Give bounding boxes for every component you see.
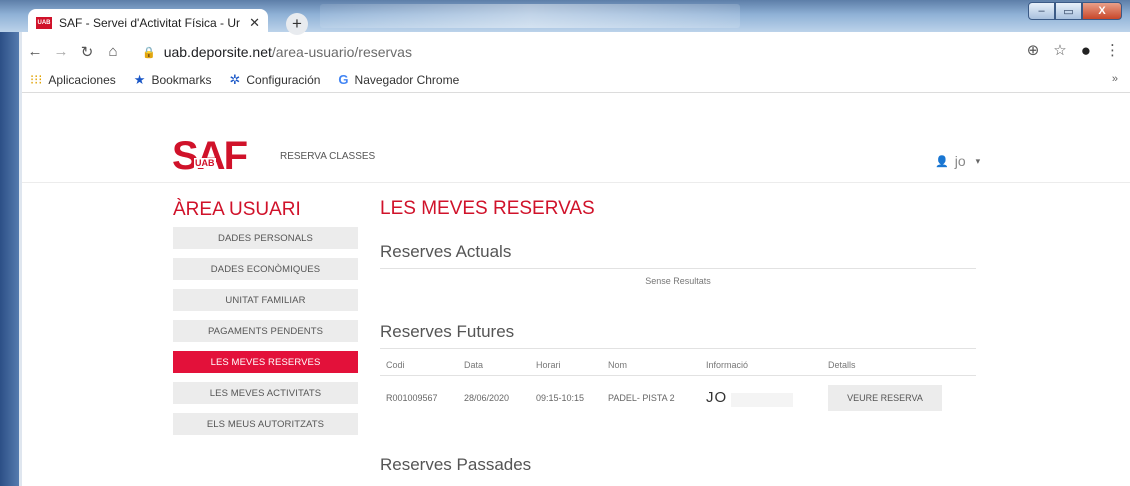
cell-horari: 09:15-10:15 (536, 393, 585, 404)
table-row: R001009567 28/06/2020 09:15-10:15 PADEL-… (380, 375, 976, 421)
cell-nom: PADEL- PISTA 2 (608, 393, 675, 404)
gear-icon: ✲ (229, 71, 241, 87)
section-reserves-futures: Reserves Futures (380, 322, 976, 349)
maximize-button[interactable]: ▭ (1055, 2, 1082, 20)
saf-favicon-icon: UAB (36, 16, 52, 29)
redacted-block (731, 393, 794, 408)
menu-kebab-icon[interactable]: ⋮ (1105, 41, 1120, 61)
column-header: Nom (602, 355, 700, 376)
sidebar-item-les-meves-activitats[interactable]: LES MEVES ACTIVITATS (173, 382, 358, 404)
bookmark-label: Configuración (246, 72, 321, 87)
bookmark-label: Navegador Chrome (354, 72, 460, 87)
reload-icon[interactable]: ↻ (74, 43, 100, 61)
caret-down-icon: ▾ (975, 155, 981, 166)
home-icon[interactable]: ⌂ (100, 43, 126, 60)
url-path: /area-usuario/reservas (271, 44, 412, 60)
veure-reserva-button[interactable]: VEURE RESERVA (828, 385, 942, 412)
column-header: Data (458, 355, 530, 376)
user-name: jo (954, 153, 966, 169)
bookmark-bookmarks[interactable]: ★ Bookmarks (134, 72, 212, 88)
section-title: Reserves Passades (380, 455, 532, 474)
cell-codi: R001009567 (386, 393, 438, 404)
saf-logo[interactable]: SAF UAB (172, 134, 256, 178)
bookmark-label: Bookmarks (151, 72, 212, 87)
informacio-name: JO (706, 389, 728, 407)
column-header: Detalls (822, 355, 976, 376)
google-g-icon: G (338, 72, 349, 87)
bookmark-star-icon[interactable]: ☆ (1053, 41, 1066, 61)
sidebar-item-unitat-familiar[interactable]: UNITAT FAMILIAR (173, 289, 358, 311)
desktop-left-edge (0, 32, 22, 486)
close-window-button[interactable]: X (1082, 2, 1122, 20)
back-arrow-icon[interactable]: ← (22, 43, 48, 60)
zoom-icon[interactable]: ⊕ (1027, 41, 1040, 61)
bookmarks-bar: ⁝⁝⁝ Aplicaciones ★ Bookmarks ✲ Configura… (22, 67, 1130, 93)
star-icon: ★ (133, 71, 146, 87)
section-reserves-passades: Reserves Passades (380, 455, 976, 481)
table-header-row: Codi Data Horari Nom Informació Detalls (380, 355, 976, 376)
cell-data: 28/06/2020 (464, 393, 510, 404)
cell-detalls: VEURE RESERVA (822, 375, 976, 421)
logo-sub: UAB (194, 158, 216, 168)
bookmark-aplicaciones[interactable]: ⁝⁝⁝ Aplicaciones (30, 72, 116, 88)
sidebar-item-els-meus-autoritzats[interactable]: ELS MEUS AUTORITZATS (173, 413, 358, 435)
bookmark-label: Aplicaciones (48, 72, 116, 87)
sidebar-item-dades-personals[interactable]: DADES PERSONALS (173, 227, 358, 249)
sidebar-menu: DADES PERSONALS DADES ECONÒMIQUES UNITAT… (173, 227, 358, 444)
user-menu[interactable]: 👤 jo ▾ (935, 153, 980, 169)
user-icon: 👤 (935, 155, 949, 168)
bookmark-configuracion[interactable]: ✲ Configuración (229, 72, 320, 88)
site-header: SAF UAB RESERVA CLASSES 👤 jo ▾ (22, 93, 1130, 183)
tab-title: SAF - Servei d'Activitat Física - Ur (59, 15, 240, 30)
bookmark-navegador-chrome[interactable]: G Navegador Chrome (338, 72, 459, 87)
bookmarks-more-icon[interactable]: » (1112, 73, 1118, 85)
url-host: uab.deporsite.net (163, 44, 272, 60)
section-title: Reserves Futures (380, 322, 976, 349)
tab-close-icon[interactable]: ✕ (249, 15, 260, 31)
sidebar-title: ÀREA USUARI (173, 199, 301, 220)
cell-informacio: JO (700, 375, 822, 421)
column-header: Codi (380, 355, 458, 376)
page-title: LES MEVES RESERVAS (380, 198, 595, 219)
browser-tab[interactable]: UAB SAF - Servei d'Activitat Física - Ur… (28, 9, 268, 36)
toolbar-right-icons: ⊕ ☆ ● ⋮ (1027, 41, 1120, 61)
minimize-button[interactable]: – (1028, 2, 1055, 20)
forward-arrow-icon[interactable]: → (48, 43, 74, 60)
address-bar[interactable]: 🔒 uab.deporsite.net/area-usuario/reserva… (142, 39, 1067, 65)
column-header: Informació (700, 355, 822, 376)
reservations-table: Codi Data Horari Nom Informació Detalls … (380, 355, 976, 421)
section-reserves-actuals: Reserves Actuals (380, 242, 976, 269)
section-title: Reserves Actuals (380, 242, 976, 269)
window-controls: – ▭ X (1028, 2, 1122, 20)
logo-text: SAF (172, 134, 248, 178)
new-tab-button[interactable]: + (286, 13, 308, 35)
sidebar-item-les-meves-reserves[interactable]: LES MEVES RESERVES (173, 351, 358, 373)
profile-icon[interactable]: ● (1081, 41, 1091, 61)
apps-grid-icon: ⁝⁝⁝ (30, 71, 43, 87)
column-header: Horari (530, 355, 602, 376)
sidebar-item-pagaments-pendents[interactable]: PAGAMENTS PENDENTS (173, 320, 358, 342)
lock-icon: 🔒 (142, 46, 156, 59)
empty-results-text: Sense Resultats (645, 276, 711, 286)
browser-toolbar: ← → ↻ ⌂ 🔒 uab.deporsite.net/area-usuario… (22, 36, 1130, 67)
background-window-blur (320, 4, 740, 28)
reserva-classes-link[interactable]: RESERVA CLASSES (280, 151, 375, 162)
sidebar-item-dades-economiques[interactable]: DADES ECONÒMIQUES (173, 258, 358, 280)
